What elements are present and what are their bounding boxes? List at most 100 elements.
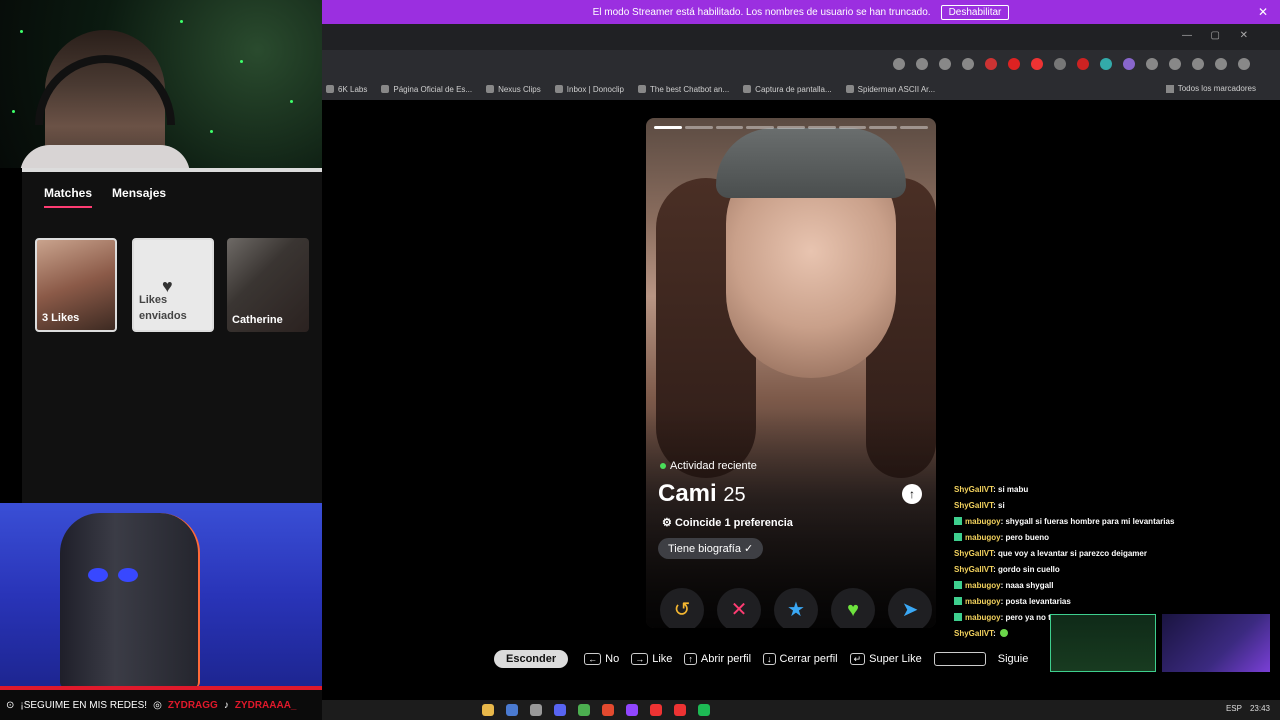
playlist-icon[interactable] bbox=[1192, 58, 1204, 70]
twitch-icon[interactable] bbox=[626, 704, 638, 716]
chat-username[interactable]: mabugoy bbox=[965, 517, 1001, 526]
chat-username[interactable]: ShyGallVT bbox=[954, 629, 993, 638]
likes-card[interactable]: 3 Likes bbox=[35, 238, 117, 332]
minimize-icon[interactable]: — bbox=[1182, 30, 1192, 41]
bookmark-item[interactable]: 6K Labs bbox=[326, 85, 367, 94]
address-bar[interactable] bbox=[322, 50, 1280, 78]
tab-messages[interactable]: Mensajes bbox=[112, 186, 166, 208]
profile-icon[interactable] bbox=[1215, 58, 1227, 70]
superlike-button[interactable]: ★ bbox=[774, 588, 818, 628]
chat-message: mabugoy: posta levantarias bbox=[954, 594, 1184, 610]
chat-username[interactable]: ShyGallVT bbox=[954, 485, 993, 494]
chat-username[interactable]: mabugoy bbox=[965, 581, 1001, 590]
hint-like: → Like bbox=[631, 653, 672, 665]
chat-message: mabugoy: shygall si fueras hombre para m… bbox=[954, 514, 1184, 530]
like-button[interactable]: ♥ bbox=[831, 588, 875, 628]
chat-username[interactable]: mabugoy bbox=[965, 533, 1001, 542]
chat-text: : posta levantarias bbox=[1000, 597, 1071, 606]
action-buttons: ↺ ✕ ★ ♥ ➤ bbox=[660, 588, 932, 628]
steam-icon[interactable] bbox=[506, 704, 518, 716]
bio-badge[interactable]: Tiene biografía ✓ bbox=[658, 538, 764, 559]
discord-icon[interactable] bbox=[554, 704, 566, 716]
app-icon[interactable] bbox=[674, 704, 686, 716]
clock[interactable]: 23:43 bbox=[1250, 704, 1270, 713]
menu-icon[interactable] bbox=[1238, 58, 1250, 70]
disable-streamer-button[interactable]: Deshabilitar bbox=[940, 4, 1010, 20]
photo-progress-segment bbox=[838, 126, 867, 129]
install-icon[interactable] bbox=[916, 58, 928, 70]
bookmark-item[interactable]: Captura de pantalla... bbox=[743, 85, 832, 94]
profile-card[interactable]: Actividad reciente Cami 25 ↑ ⚙ Coincide … bbox=[646, 118, 936, 628]
rewind-button[interactable]: ↺ bbox=[660, 588, 704, 628]
online-dot-icon bbox=[660, 463, 666, 469]
photo-progress-segment bbox=[715, 126, 744, 129]
star-icon[interactable] bbox=[962, 58, 974, 70]
bookmark-icon bbox=[638, 85, 646, 93]
chat-username[interactable]: mabugoy bbox=[965, 613, 1001, 622]
chrome-icon[interactable] bbox=[578, 704, 590, 716]
maximize-icon[interactable]: ▢ bbox=[1211, 30, 1220, 41]
folder-icon bbox=[1165, 84, 1174, 93]
app-icon[interactable] bbox=[650, 704, 662, 716]
chat-username[interactable]: ShyGallVT bbox=[954, 565, 993, 574]
all-bookmarks[interactable]: Todos los marcadores bbox=[1165, 84, 1256, 93]
photo-progress-segment bbox=[746, 126, 775, 129]
boost-button[interactable]: ➤ bbox=[888, 588, 932, 628]
bookmark-item[interactable]: Página Oficial de Es... bbox=[381, 85, 472, 94]
lang-indicator[interactable]: ESP bbox=[1226, 704, 1242, 713]
extension-icon[interactable] bbox=[985, 58, 997, 70]
profile-age: 25 bbox=[723, 484, 746, 506]
social-bar: ⊙ ¡SEGUIME EN MIS REDES! ◎ ZYDRAGG ♪ ZYD… bbox=[0, 690, 322, 720]
obs-icon[interactable] bbox=[530, 704, 542, 716]
chat-message: ShyGallVT: que voy a levantar si parezco… bbox=[954, 546, 1184, 562]
chat-text: : shygall si fueras hombre para mi levan… bbox=[1000, 517, 1175, 526]
matches-panel: Matches Mensajes 3 Likes ♥ Likes enviado… bbox=[22, 168, 322, 503]
extension-icon[interactable] bbox=[1008, 58, 1020, 70]
likes-sent-card[interactable]: ♥ Likes enviados bbox=[132, 238, 214, 332]
extension-icon[interactable] bbox=[1054, 58, 1066, 70]
chat-username[interactable]: ShyGallVT bbox=[954, 501, 993, 510]
chat-text: : naaa shygall bbox=[1000, 581, 1054, 590]
taskbar-apps bbox=[482, 704, 710, 716]
likes-count: 3 Likes bbox=[42, 312, 80, 324]
streamer-mode-bar: El modo Streamer está habilitado. Los no… bbox=[322, 0, 1280, 24]
instagram-icon: ◎ bbox=[153, 699, 162, 711]
window-close-icon[interactable]: ✕ bbox=[1240, 30, 1248, 41]
puzzle-icon[interactable] bbox=[1169, 58, 1181, 70]
location-icon[interactable] bbox=[893, 58, 905, 70]
nope-button[interactable]: ✕ bbox=[717, 588, 761, 628]
extension-icon[interactable] bbox=[1031, 58, 1043, 70]
up-key-icon: ↑ bbox=[684, 653, 697, 665]
info-icon: ⊙ bbox=[6, 699, 15, 711]
left-key-icon: ← bbox=[584, 653, 602, 665]
hint-superlike: ↵ Super Like bbox=[849, 653, 922, 665]
hint-close: ↓ Cerrar perfil bbox=[763, 653, 838, 665]
bookmark-item[interactable]: Spiderman ASCII Ar... bbox=[845, 85, 935, 94]
match-name: Catherine bbox=[232, 314, 283, 326]
chat-username[interactable]: ShyGallVT bbox=[954, 549, 993, 558]
chat-message: mabugoy: pero bueno bbox=[954, 530, 1184, 546]
hide-button[interactable]: Esconder bbox=[494, 650, 569, 668]
tiktok-handle: ZYDRAAAA_ bbox=[234, 699, 297, 711]
tab-matches[interactable]: Matches bbox=[44, 186, 93, 208]
tab-strip: — ▢ ✕ bbox=[322, 24, 1280, 50]
chat-username[interactable]: mabugoy bbox=[965, 597, 1001, 606]
spotify-icon[interactable] bbox=[698, 704, 710, 716]
extension-icon[interactable] bbox=[1146, 58, 1158, 70]
bookmark-item[interactable]: The best Chatbot an... bbox=[638, 85, 729, 94]
instagram-handle: ZYDRAGG bbox=[167, 699, 218, 711]
close-icon[interactable]: ✕ bbox=[1258, 5, 1268, 19]
space-key-icon bbox=[933, 652, 986, 666]
extension-icon[interactable] bbox=[1123, 58, 1135, 70]
match-card[interactable]: Catherine bbox=[227, 238, 309, 332]
extension-icon[interactable] bbox=[1100, 58, 1112, 70]
bookmark-item[interactable]: Nexus Clips bbox=[486, 85, 541, 94]
zoom-icon[interactable] bbox=[939, 58, 951, 70]
extension-icon[interactable] bbox=[1077, 58, 1089, 70]
folder-icon[interactable] bbox=[482, 704, 494, 716]
bookmark-item[interactable]: Inbox | Donoclip bbox=[554, 85, 624, 94]
gaming-chair bbox=[60, 513, 200, 688]
brave-icon[interactable] bbox=[602, 704, 614, 716]
arrow-up-icon[interactable]: ↑ bbox=[902, 484, 922, 504]
chat-text: : que voy a levantar si parezco deigamer bbox=[993, 549, 1147, 558]
